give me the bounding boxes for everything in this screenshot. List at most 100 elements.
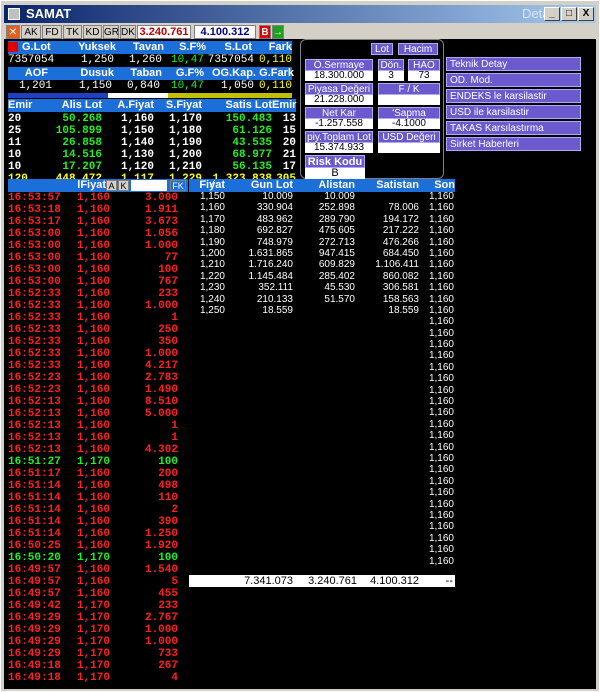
link-takas[interactable]: TAKAS Karsılastırma (446, 121, 581, 135)
ob-cell: 289.790 (318, 213, 355, 225)
ob-cell: 1,160 (428, 407, 454, 419)
trade-price: 1,160 (76, 288, 110, 300)
close-button[interactable]: X (578, 7, 594, 21)
trades-list[interactable]: 16:53:57 16:53:18 16:53:17 16:53:00 16:53:00… (8, 192, 188, 689)
depth-cell: 1,130 (120, 149, 154, 161)
trade-time: 16:52:33 (8, 324, 61, 336)
trade-time: 16:52:33 (8, 312, 61, 324)
close-symbol-icon[interactable]: ✕ (6, 25, 20, 39)
arrow-icon[interactable]: → (272, 25, 284, 39)
link-teknik-detay[interactable]: Teknik Detay (446, 57, 581, 71)
depth-row[interactable]: 25 105.899 1,150 1,180 61.126 15 (8, 125, 296, 137)
ob-cell: 1,160 (428, 225, 454, 237)
title-bar[interactable]: SAMAT Detay _ □ X (4, 5, 596, 23)
trade-time: 16:49:29 (8, 636, 61, 648)
trade-lot: 498 (158, 480, 178, 492)
alert-square-icon (8, 42, 18, 52)
ob-cell: 285.402 (318, 270, 355, 282)
sort-a-button[interactable]: A (106, 180, 117, 191)
hdr-emir-sell: Emir (272, 99, 297, 111)
ob-cell: 1.145.484 (248, 270, 294, 282)
filter-input[interactable] (131, 180, 167, 191)
netkar-value: -1.257.558 (305, 119, 373, 129)
hacim-button[interactable]: Hacim (398, 43, 438, 55)
val-dusuk: 1,150 (78, 80, 112, 92)
ob-cell: 1,160 (428, 236, 454, 248)
trade-lot: 2.783 (144, 372, 178, 384)
depth-row[interactable]: 11 26.858 1,140 1,190 43.535 20 (8, 137, 296, 149)
trade-price: 1,160 (76, 528, 110, 540)
link-endeks[interactable]: ENDEKS le karsilastir (446, 89, 581, 103)
trade-price: 1,160 (76, 588, 110, 600)
hdr-lfiyat: lFiyat (77, 179, 106, 191)
trade-lot: 733 (158, 648, 178, 660)
ob-cell: 1,190 (199, 236, 225, 248)
val-ogkap: 1,050 (220, 80, 254, 92)
lot-button[interactable]: Lot (371, 43, 393, 55)
ob-cell: 1,160 (428, 270, 454, 282)
ob-cell: 45.530 (324, 282, 355, 294)
link-od-mod[interactable]: OD. Mod. (446, 73, 581, 87)
depth-cell: 1,120 (120, 161, 154, 173)
ob-cell: 306.581 (382, 282, 419, 294)
val-sf: 10,47 (170, 54, 204, 66)
depth-row[interactable]: 10 17.207 1,120 1,210 56.135 17 (8, 161, 296, 173)
depth-cell: 10 (8, 161, 22, 173)
trade-price: 1,160 (76, 444, 110, 456)
trade-price: 1,160 (76, 408, 110, 420)
ob-cell: 609.829 (318, 259, 355, 271)
val-tavan: 1,260 (128, 54, 162, 66)
maximize-button[interactable]: □ (561, 7, 577, 21)
sort-k-button[interactable]: K (118, 180, 129, 191)
trade-price: 1,170 (76, 660, 110, 672)
b-button[interactable]: B (259, 25, 271, 39)
trade-time: 16:52:33 (8, 300, 61, 312)
ob-cell: 158.563 (382, 293, 419, 305)
tab-kd[interactable]: KD (83, 25, 102, 39)
tab-gr[interactable]: GR (103, 25, 119, 39)
minimize-button[interactable]: _ (544, 7, 560, 21)
trade-price: 1,160 (76, 324, 110, 336)
depth-cell: 1,170 (168, 113, 202, 125)
trade-lot: 3.673 (144, 216, 178, 228)
depth-row[interactable]: 10 14.516 1,130 1,200 68.977 21 (8, 149, 296, 161)
summary-header-1: G.Lot Yuksek Tavan S.F% S.Lot Fark (8, 41, 292, 54)
trade-lot: 1 (171, 420, 178, 432)
tab-tk[interactable]: TK (63, 25, 82, 39)
depth-cell: 17.207 (62, 161, 102, 173)
depth-ratio-bar[interactable] (8, 93, 292, 98)
tab-ak[interactable]: AK (21, 25, 41, 39)
tab-fd[interactable]: FD (42, 25, 62, 39)
trade-lot: 233 (158, 288, 178, 300)
link-usd[interactable]: USD ile karsilastir (446, 105, 581, 119)
trade-lot: 110 (158, 492, 178, 504)
trade-lot: 1.540 (144, 564, 178, 576)
total-alistan: 3.240.761 (308, 575, 357, 587)
ob-cell: 1,200 (199, 247, 225, 259)
usd-label: USD Değeri (378, 131, 440, 143)
val-fark: 0,110 (258, 54, 292, 66)
ob-cell: 210.133 (256, 293, 293, 305)
buy-volume-field[interactable]: 4.100.312 (194, 25, 256, 39)
total-satistan: 4.100.312 (370, 575, 419, 587)
ob-cell: 1,160 (428, 475, 454, 487)
tab-dk[interactable]: DK (120, 25, 136, 39)
ob-cell: 1,160 (428, 247, 454, 259)
depth-row[interactable]: 20 50.268 1,160 1,170 150.483 13 (8, 113, 296, 125)
trade-lot: 233 (158, 600, 178, 612)
link-haberler[interactable]: Sirket Haberleri (446, 137, 581, 151)
ob-cell: 1.106.411 (375, 259, 419, 271)
osermaye-value: 18.300.000 (305, 71, 373, 81)
trade-price: 1,170 (76, 552, 110, 564)
sell-volume-field[interactable]: 3.240.761 (137, 25, 191, 39)
ob-cell: 1,160 (428, 384, 454, 396)
fk-toggle[interactable]: FK (170, 180, 186, 191)
trade-time: 16:51:17 (8, 468, 61, 480)
trade-price: 1,160 (76, 432, 110, 444)
ob-cell: 748.979 (256, 236, 293, 248)
window-title: SAMAT (26, 6, 72, 21)
ob-cell: 1,170 (199, 213, 225, 225)
trade-price: 1,160 (76, 492, 110, 504)
ob-satistan-col: 78.006 194.172 217.222 476.266 684.450 1.106.… (355, 191, 419, 316)
ob-cell: 1,160 (428, 464, 454, 476)
